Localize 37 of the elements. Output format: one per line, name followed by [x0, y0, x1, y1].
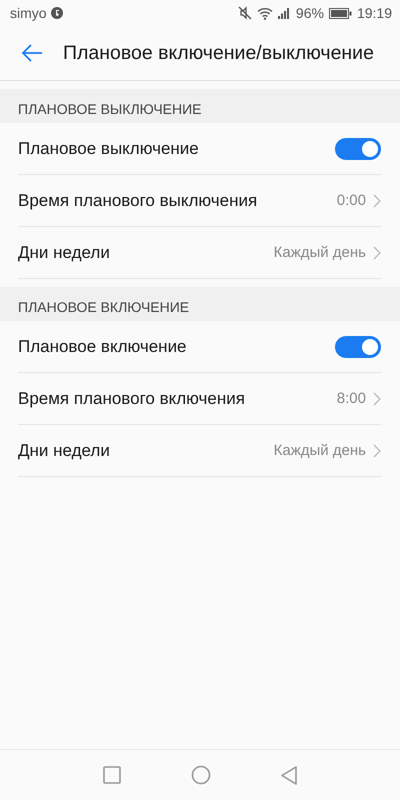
chevron-icon: [373, 194, 381, 208]
settings-row[interactable]: Дни недели Каждый день: [18, 425, 381, 477]
section-title: ПЛАНОВОЕ ВЫКЛЮЧЕНИЕ: [18, 101, 202, 117]
setting-label: Плановое выключение: [18, 138, 199, 158]
setting-label: Дни недели: [18, 440, 110, 460]
setting-value: 8:00: [336, 390, 366, 407]
recents-icon[interactable]: [103, 766, 121, 784]
notification-icon: [50, 7, 63, 19]
setting-value: Каждый день: [274, 442, 366, 459]
toggle-switch[interactable]: [335, 336, 381, 358]
chevron-icon: [373, 392, 381, 406]
clock: 19:19: [356, 5, 392, 21]
settings-row[interactable]: Плановое выключение: [18, 123, 381, 175]
chevron-icon: [373, 444, 381, 458]
back-nav-icon[interactable]: [281, 766, 297, 784]
signal-icon: [278, 7, 291, 19]
setting-value: 0:00: [336, 192, 366, 209]
setting-label: Плановое включение: [18, 336, 187, 356]
home-icon[interactable]: [191, 765, 211, 785]
settings-row[interactable]: Дни недели Каждый день: [18, 227, 381, 279]
section-title: ПЛАНОВОЕ ВКЛЮЧЕНИЕ: [18, 299, 190, 315]
battery-percent: 96%: [296, 5, 324, 21]
mute-icon: [238, 6, 252, 20]
battery-icon: [328, 8, 352, 18]
back-icon[interactable]: [21, 44, 43, 62]
setting-label: Дни недели: [18, 242, 110, 262]
chevron-icon: [373, 246, 381, 260]
toggle-switch[interactable]: [335, 138, 381, 160]
carrier-name: simyo: [10, 5, 47, 21]
wifi-icon: [256, 6, 273, 20]
setting-label: Время планового включения: [18, 388, 245, 408]
settings-row[interactable]: Время планового включения 8:00: [18, 373, 381, 425]
settings-row[interactable]: Время планового выключения 0:00: [18, 175, 381, 227]
setting-value: Каждый день: [274, 244, 366, 261]
setting-label: Время планового выключения: [18, 190, 258, 210]
page-title: Плановое включение/выключение: [63, 42, 374, 64]
settings-row[interactable]: Плановое включение: [18, 321, 381, 373]
